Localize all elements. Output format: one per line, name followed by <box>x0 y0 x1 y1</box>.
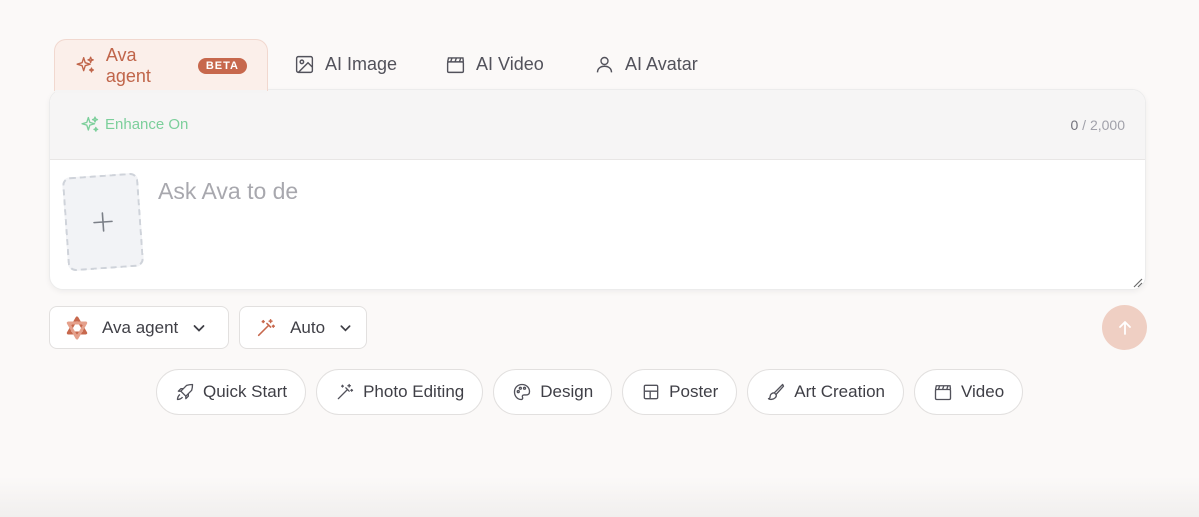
tab-label: AI Video <box>476 53 544 74</box>
brush-icon <box>768 383 785 401</box>
palette-icon <box>514 383 531 401</box>
clapperboard-icon <box>934 385 952 401</box>
chip-poster[interactable]: Poster <box>622 369 738 415</box>
chip-label: Design <box>540 382 594 401</box>
chip-photo-editing[interactable]: Photo Editing <box>316 369 484 415</box>
rocket-icon <box>176 383 194 401</box>
upload-image-button[interactable] <box>61 172 145 272</box>
user-icon <box>596 56 613 72</box>
counter-max: / 2,000 <box>1078 116 1125 133</box>
tab-ai-avatar[interactable]: AI Avatar <box>574 39 724 89</box>
chip-design[interactable]: Design <box>493 369 613 415</box>
chip-label: Art Creation <box>794 382 885 401</box>
clapperboard-icon <box>446 56 465 73</box>
magic-wand-icon <box>254 315 278 341</box>
sparkle-icon <box>81 115 99 132</box>
chip-label: Photo Editing <box>363 382 465 401</box>
layout-icon <box>643 384 659 400</box>
chip-quick-start[interactable]: Quick Start <box>156 369 307 415</box>
chip-label: Poster <box>669 382 719 401</box>
tab-ai-image[interactable]: AI Image <box>274 39 425 89</box>
agent-logo-icon <box>64 315 90 341</box>
character-counter: 0 / 2,000 <box>1071 117 1126 133</box>
tab-ai-video[interactable]: AI Video <box>425 39 574 89</box>
chip-art-creation[interactable]: Art Creation <box>747 369 904 415</box>
plus-icon <box>93 212 113 232</box>
magic-wand-icon <box>337 383 354 400</box>
prompt-input[interactable] <box>158 178 1118 268</box>
agent-select[interactable]: Ava agent <box>49 306 229 349</box>
chip-label: Video <box>961 382 1005 401</box>
send-button[interactable] <box>1102 305 1147 350</box>
prompt-card: Enhance On 0 / 2,000 <box>49 89 1146 290</box>
beta-badge: BETA <box>197 57 247 74</box>
quick-prompt-chips: Quick Start Photo Editing Design Poster … <box>156 369 1033 415</box>
chevron-down-icon <box>340 324 351 331</box>
mode-select-label: Auto <box>290 317 326 337</box>
chevron-down-icon <box>193 324 205 332</box>
enhance-label: Enhance On <box>105 116 189 133</box>
tab-label: Ava agent <box>105 44 151 86</box>
enhance-toggle[interactable]: Enhance On <box>80 115 188 135</box>
tab-label: AI Image <box>325 53 398 74</box>
prompt-body <box>50 160 1145 289</box>
chip-video[interactable]: Video <box>914 369 1024 415</box>
mode-tabs: Ava agent BETA AI Image AI Video AI Avat… <box>54 39 724 93</box>
agent-select-label: Ava agent <box>102 317 179 337</box>
mode-select[interactable]: Auto <box>239 306 367 349</box>
bottom-fade <box>0 477 1199 517</box>
tab-label: AI Avatar <box>625 53 698 74</box>
chip-label: Quick Start <box>203 382 288 401</box>
prompt-toolbar: Enhance On 0 / 2,000 <box>50 90 1145 160</box>
sparkle-icon <box>76 56 95 73</box>
tab-ava-agent[interactable]: Ava agent BETA <box>54 39 268 93</box>
arrow-up-icon <box>1118 320 1131 335</box>
image-icon <box>295 55 314 73</box>
resize-handle-icon[interactable] <box>1131 276 1143 288</box>
